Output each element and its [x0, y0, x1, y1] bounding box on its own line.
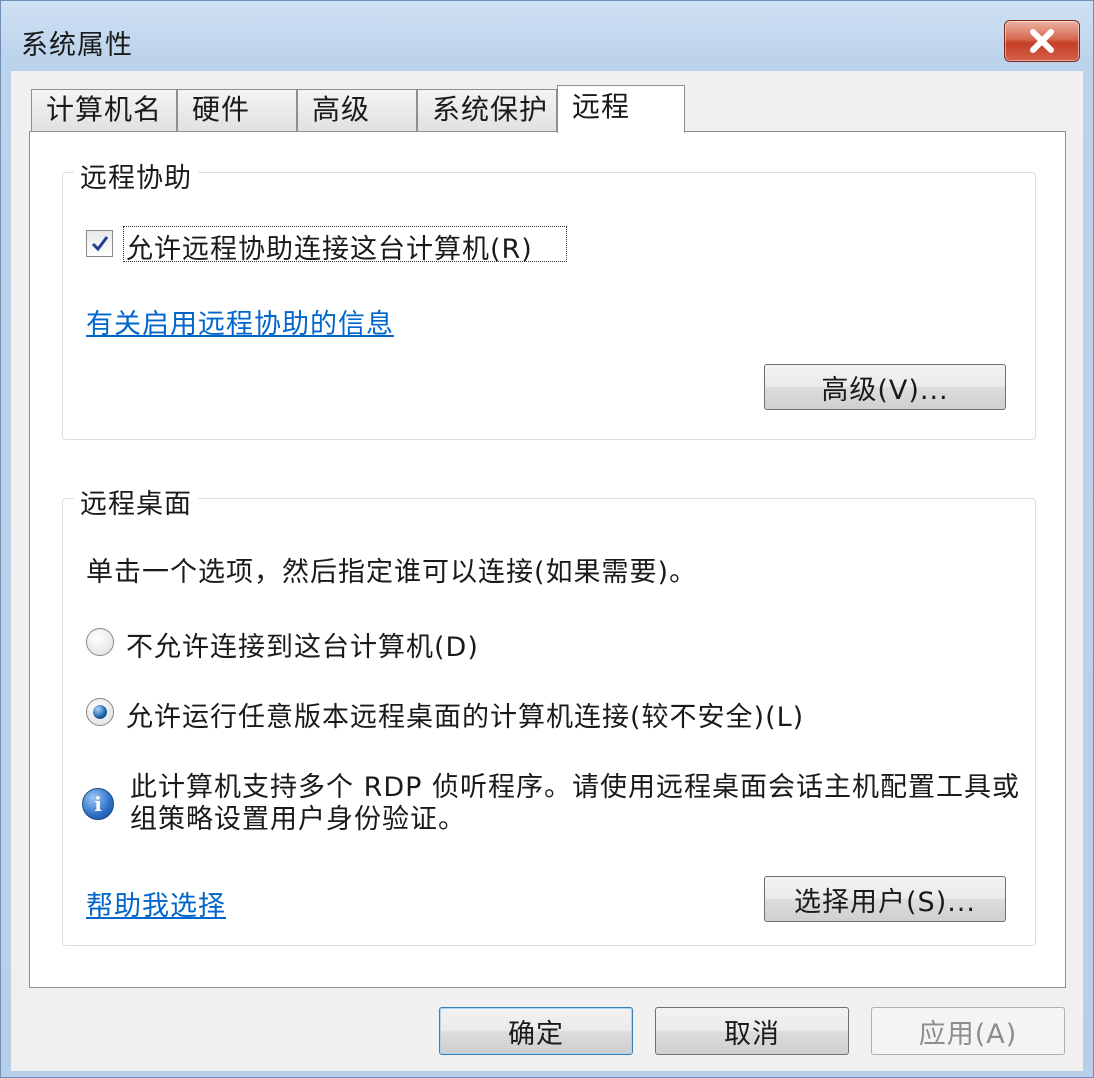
ok-button[interactable]: 确定	[439, 1007, 633, 1055]
radio-deny-connections[interactable]	[86, 628, 114, 656]
radio-allow-any-version[interactable]	[86, 698, 114, 726]
tab-panel-remote: 远程协助 允许远程协助连接这台计算机(R) 有关启用远程协助的信息 高级(V).…	[29, 131, 1066, 988]
close-icon	[1030, 29, 1054, 53]
tab-computer-name[interactable]: 计算机名	[31, 89, 177, 131]
cancel-button[interactable]: 取消	[655, 1007, 849, 1055]
help-me-choose-link[interactable]: 帮助我选择	[86, 884, 226, 923]
info-icon: i	[82, 788, 114, 820]
tab-remote[interactable]: 远程	[557, 85, 685, 133]
rdp-listener-info-text: 此计算机支持多个 RDP 侦听程序。请使用远程桌面会话主机配置工具或组策略设置用…	[130, 772, 1020, 835]
system-properties-window: 系统属性 计算机名 硬件 高级 系统保护 远程 远程协助 允许远程协助连接这台计…	[0, 0, 1094, 1078]
remote-desktop-title: 远程桌面	[74, 482, 198, 521]
allow-remote-assistance-label[interactable]: 允许远程协助连接这台计算机(R)	[126, 227, 533, 266]
tab-hardware[interactable]: 硬件	[177, 89, 297, 131]
remote-desktop-instruction: 单击一个选项，然后指定谁可以连接(如果需要)。	[86, 557, 698, 588]
remote-assistance-info-link[interactable]: 有关启用远程协助的信息	[86, 302, 394, 341]
checkmark-icon	[91, 235, 108, 251]
apply-button[interactable]: 应用(A)	[871, 1007, 1065, 1055]
title-bar[interactable]: 系统属性	[1, 1, 1093, 71]
radio-allow-any-version-label[interactable]: 允许运行任意版本远程桌面的计算机连接(较不安全)(L)	[126, 695, 804, 734]
radio-deny-connections-label[interactable]: 不允许连接到这台计算机(D)	[126, 625, 479, 664]
dialog-client-area: 计算机名 硬件 高级 系统保护 远程 远程协助 允许远程协助连接这台计算机(R)…	[11, 71, 1083, 1071]
select-users-button[interactable]: 选择用户(S)...	[764, 876, 1006, 922]
allow-remote-assistance-checkbox[interactable]	[86, 230, 113, 257]
remote-assistance-title: 远程协助	[74, 156, 198, 195]
close-button[interactable]	[1004, 20, 1080, 62]
remote-assistance-advanced-button[interactable]: 高级(V)...	[764, 364, 1006, 410]
tab-advanced[interactable]: 高级	[297, 89, 417, 131]
window-title: 系统属性	[21, 30, 133, 61]
tab-system-protection[interactable]: 系统保护	[417, 89, 557, 131]
